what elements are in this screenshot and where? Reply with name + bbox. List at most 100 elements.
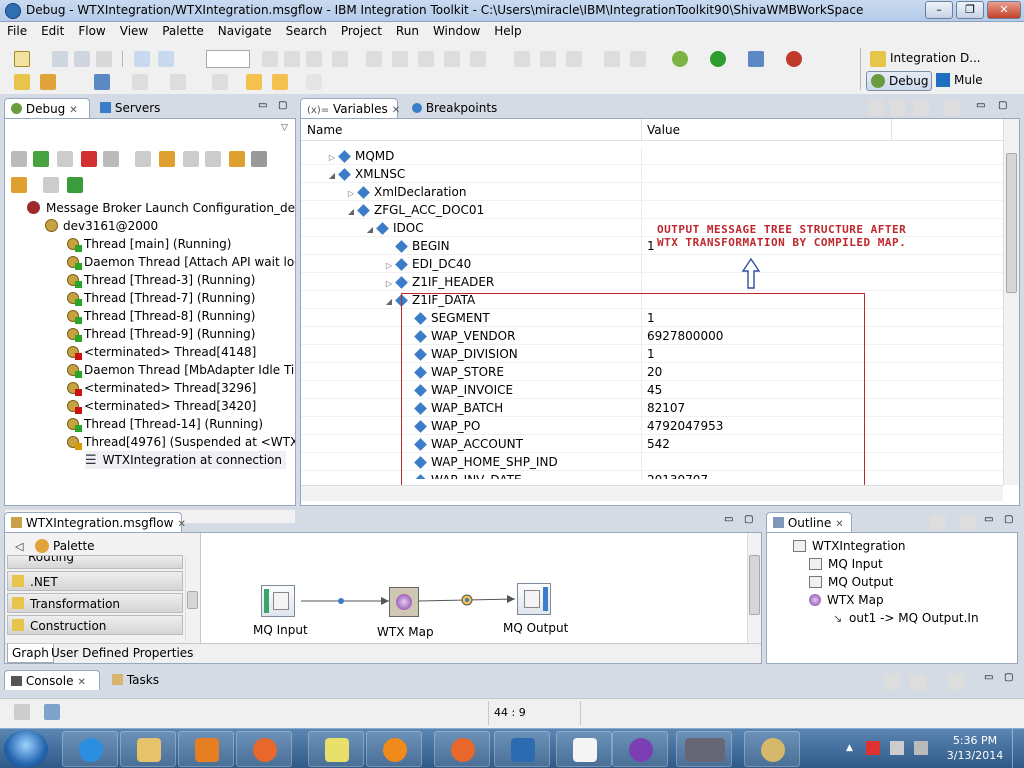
layout-3-icon[interactable] bbox=[418, 51, 434, 67]
maximize-view-icon[interactable]: ▢ bbox=[1004, 514, 1013, 525]
menu-edit[interactable]: Edit bbox=[34, 22, 71, 38]
minimize-view-icon[interactable]: ▭ bbox=[724, 514, 733, 525]
close-icon[interactable]: ✕ bbox=[177, 519, 185, 530]
suspend-icon[interactable] bbox=[57, 151, 73, 167]
close-button[interactable]: ✕ bbox=[987, 1, 1021, 19]
step-return-icon[interactable] bbox=[183, 151, 199, 167]
menu-run[interactable]: Run bbox=[389, 22, 426, 38]
taskbar-document[interactable] bbox=[556, 731, 612, 767]
taskbar-media-player[interactable] bbox=[178, 731, 234, 767]
tray-flag-icon[interactable] bbox=[890, 741, 904, 755]
fast-view-icon[interactable] bbox=[14, 704, 30, 720]
back-icon[interactable] bbox=[272, 74, 288, 90]
tray-network-icon[interactable] bbox=[866, 741, 880, 755]
taskbar-camtasia[interactable] bbox=[494, 731, 550, 767]
minimize-view-icon[interactable]: ▭ bbox=[258, 100, 267, 111]
run-config-icon[interactable] bbox=[158, 51, 174, 67]
layout-5-icon[interactable] bbox=[470, 51, 486, 67]
maximize-button[interactable]: ❐ bbox=[956, 1, 984, 19]
maximize-view-icon[interactable]: ▢ bbox=[744, 514, 753, 525]
zoom-combo[interactable] bbox=[206, 50, 250, 68]
taskbar-sticky-notes[interactable] bbox=[308, 731, 364, 767]
close-icon[interactable]: ✕ bbox=[392, 105, 400, 116]
debug-tree-item[interactable]: <terminated> Thread[3420] bbox=[67, 397, 256, 415]
palette-drawer-dotnet[interactable]: .NET bbox=[7, 571, 183, 591]
tab-user-defined-properties[interactable]: User Defined Properties bbox=[51, 646, 193, 660]
debug-run-icon[interactable] bbox=[672, 51, 688, 67]
tray-expand-icon[interactable]: ▲ bbox=[846, 743, 853, 753]
wand-icon[interactable] bbox=[40, 74, 56, 90]
tab-outline[interactable]: Outline ✕ bbox=[766, 512, 852, 532]
outline-item[interactable]: MQ Input bbox=[809, 555, 883, 573]
open-perspective-icon[interactable] bbox=[870, 51, 886, 67]
scrollbar-thumb[interactable] bbox=[749, 555, 760, 615]
minimize-button[interactable]: – bbox=[925, 1, 953, 19]
forward-icon[interactable] bbox=[306, 74, 322, 90]
palette-scrollbar[interactable] bbox=[185, 557, 199, 641]
minimize-view-icon[interactable]: ▭ bbox=[984, 672, 993, 683]
debug-tree-item[interactable]: dev3161@2000 bbox=[45, 217, 158, 235]
collapse-all-icon[interactable] bbox=[914, 100, 930, 116]
layout-2-icon[interactable] bbox=[392, 51, 408, 67]
menu-flow[interactable]: Flow bbox=[71, 22, 112, 38]
close-icon[interactable]: ✕ bbox=[835, 519, 843, 530]
align-right-icon[interactable] bbox=[306, 51, 322, 67]
minimize-view-icon[interactable]: ▭ bbox=[976, 100, 985, 111]
menu-project[interactable]: Project bbox=[334, 22, 389, 38]
outline-item[interactable]: MQ Output bbox=[809, 573, 893, 591]
tab-breakpoints[interactable]: Breakpoints bbox=[406, 98, 503, 118]
perspective-debug-button[interactable]: Debug bbox=[866, 71, 932, 91]
menu-view[interactable]: View bbox=[113, 22, 155, 38]
tab-debug[interactable]: Debug ✕ bbox=[4, 98, 90, 118]
view-menu-icon[interactable]: ▽ bbox=[281, 123, 288, 133]
tray-volume-icon[interactable] bbox=[914, 741, 928, 755]
annotation-icon[interactable] bbox=[170, 74, 186, 90]
debug-tree-item[interactable]: Thread [Thread-8] (Running) bbox=[67, 307, 255, 325]
outline-item[interactable]: WTX Map bbox=[809, 591, 884, 609]
palette-drawer-transformation[interactable]: Transformation bbox=[7, 593, 183, 613]
outline-item[interactable]: WTXIntegration bbox=[793, 537, 906, 555]
minimize-view-icon[interactable]: ▭ bbox=[984, 514, 993, 525]
node-mq-output[interactable] bbox=[517, 583, 551, 615]
variables-vscrollbar[interactable] bbox=[1003, 119, 1019, 485]
debug-tree-item[interactable]: Thread [Thread-14] (Running) bbox=[67, 415, 263, 433]
flow-canvas[interactable]: MQ Input WTX Map MQ Output bbox=[203, 533, 747, 643]
debug-tree-item[interactable]: Thread [main] (Running) bbox=[67, 235, 231, 253]
view-menu-icon[interactable] bbox=[960, 514, 976, 530]
variable-row[interactable]: ◢ ZFGL_ACC_DOC01 bbox=[301, 201, 1003, 219]
layout-menu-icon[interactable] bbox=[944, 100, 960, 116]
menu-file[interactable]: File bbox=[0, 22, 34, 38]
taskbar-ie[interactable] bbox=[62, 731, 118, 767]
layout-icon[interactable] bbox=[366, 51, 382, 67]
print-icon[interactable] bbox=[96, 51, 112, 67]
palette-drawer-routing[interactable]: Routing bbox=[7, 555, 183, 569]
deploy-2-icon[interactable] bbox=[630, 51, 646, 67]
pin-console-icon[interactable] bbox=[884, 674, 900, 690]
tab-tasks[interactable]: Tasks bbox=[106, 670, 165, 690]
debug-tree-item[interactable]: <terminated> Thread[3296] bbox=[67, 379, 256, 397]
open-icon[interactable] bbox=[14, 74, 30, 90]
node-wtx-map[interactable] bbox=[389, 587, 419, 617]
scrollbar-thumb[interactable] bbox=[1006, 153, 1017, 293]
external-tools-icon[interactable] bbox=[748, 51, 764, 67]
debug-tree-item[interactable]: Daemon Thread [Attach API wait loop] bbox=[67, 253, 295, 271]
drop-to-frame-icon[interactable] bbox=[229, 151, 245, 167]
start-button[interactable] bbox=[4, 730, 48, 768]
close-icon[interactable]: ✕ bbox=[77, 677, 85, 688]
variable-row[interactable]: ◢ XMLNSC bbox=[301, 165, 1003, 183]
taskbar-firefox[interactable] bbox=[236, 731, 292, 767]
tab-graph[interactable]: Graph bbox=[7, 644, 54, 663]
variable-row[interactable]: ▷ XmlDeclaration bbox=[301, 183, 1003, 201]
open-type-icon[interactable] bbox=[94, 74, 110, 90]
taskbar-toolkit[interactable] bbox=[366, 731, 422, 767]
deploy-icon[interactable] bbox=[604, 51, 620, 67]
taskbar-explorer[interactable] bbox=[120, 731, 176, 767]
debug-tree-item[interactable]: ☰ WTXIntegration at connection bbox=[85, 451, 286, 469]
menu-palette[interactable]: Palette bbox=[155, 22, 211, 38]
debug-tree-item[interactable]: Thread [Thread-7] (Running) bbox=[67, 289, 255, 307]
rotate-icon[interactable] bbox=[566, 51, 582, 67]
next-annotation-icon[interactable] bbox=[212, 74, 228, 90]
node-mq-input[interactable] bbox=[261, 585, 295, 617]
menu-window[interactable]: Window bbox=[426, 22, 487, 38]
layout-4-icon[interactable] bbox=[444, 51, 460, 67]
